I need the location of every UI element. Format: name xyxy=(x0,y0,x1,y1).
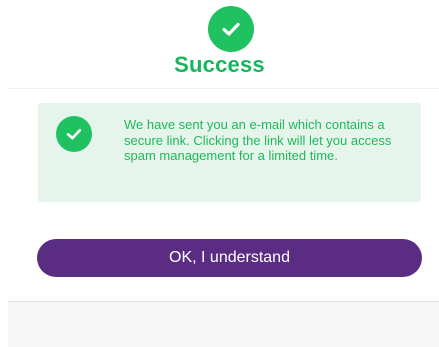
alert-message: We have sent you an e-mail which contain… xyxy=(124,117,392,163)
success-alert: We have sent you an e-mail which contain… xyxy=(38,103,421,202)
success-dialog: Success We have sent you an e-mail which… xyxy=(0,0,439,347)
check-circle-icon xyxy=(56,116,92,152)
dialog-title: Success xyxy=(174,52,265,77)
checkmark-icon xyxy=(222,22,240,36)
dialog-footer xyxy=(8,301,439,347)
check-circle-icon xyxy=(208,6,254,52)
ok-understand-button[interactable]: OK, I understand xyxy=(37,239,422,277)
checkmark-icon xyxy=(66,128,82,140)
